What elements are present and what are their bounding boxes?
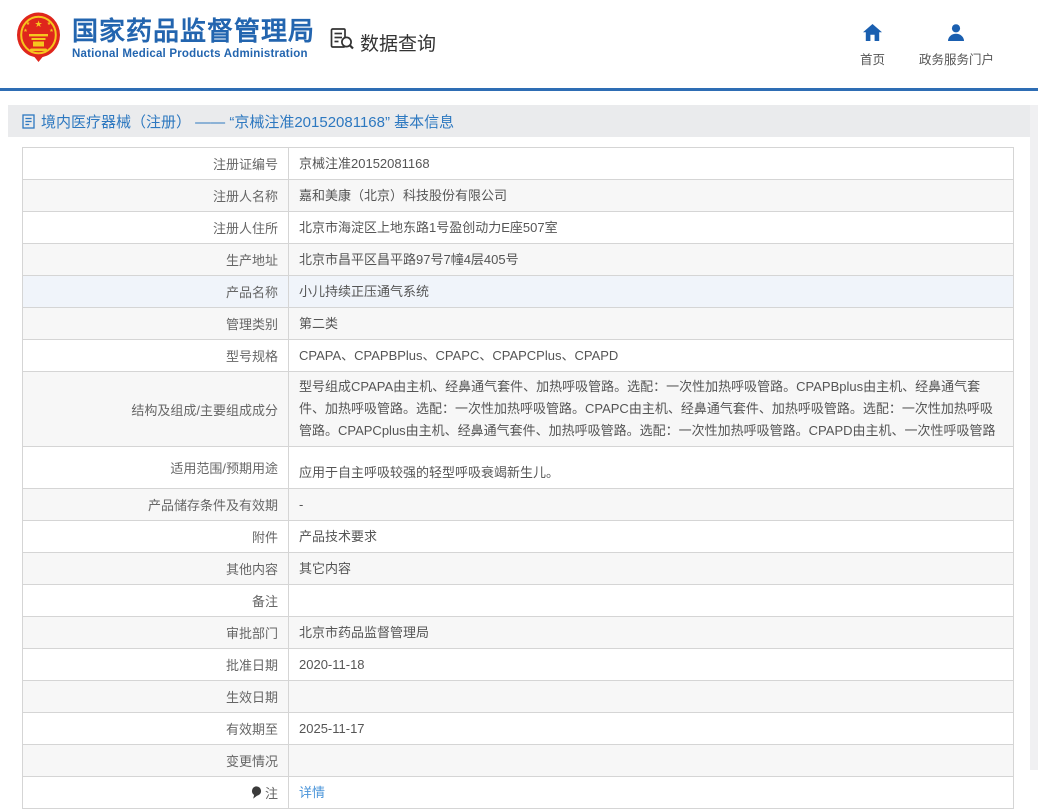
row-value: 详情	[289, 777, 1014, 809]
row-value	[289, 745, 1014, 777]
row-value: 京械注准20152081168	[289, 148, 1014, 180]
row-value: 2020-11-18	[289, 649, 1014, 681]
row-label: 有效期至	[23, 713, 289, 745]
nav-home-label: 首页	[860, 49, 885, 68]
table-row: 型号规格 CPAPA、CPAPBPlus、CPAPC、CPAPCPlus、CPA…	[23, 340, 1014, 372]
table-row: 适用范围/预期用途 应用于自主呼吸较强的轻型呼吸衰竭新生儿。	[23, 447, 1014, 489]
svg-text:★: ★	[47, 21, 52, 27]
document-icon	[22, 114, 35, 129]
row-value: 嘉和美康（北京）科技股份有限公司	[289, 180, 1014, 212]
main-content: 境内医疗器械（注册） —— “京械注准20152081168” 基本信息 注册证…	[8, 105, 1030, 809]
table-row: 注 详情	[23, 777, 1014, 809]
row-value: CPAPA、CPAPBPlus、CPAPC、CPAPCPlus、CPAPD	[289, 340, 1014, 372]
row-value: 产品技术要求	[289, 521, 1014, 553]
row-label: 批准日期	[23, 649, 289, 681]
site-subtitle: National Medical Products Administration	[72, 48, 315, 60]
national-emblem-logo: ★ ★ ★ ★ ★	[16, 12, 61, 67]
table-row: 注册人名称 嘉和美康（北京）科技股份有限公司	[23, 180, 1014, 212]
table-row: 注册人住所 北京市海淀区上地东路1号盈创动力E座507室	[23, 212, 1014, 244]
site-title: 国家药品监督管理局	[72, 17, 315, 45]
row-label: 结构及组成/主要组成成分	[23, 372, 289, 447]
user-icon	[947, 24, 965, 44]
row-label: 型号规格	[23, 340, 289, 372]
row-label: 附件	[23, 521, 289, 553]
row-value: 小儿持续正压通气系统	[289, 276, 1014, 308]
data-query-icon	[329, 27, 355, 57]
row-label: 注册证编号	[23, 148, 289, 180]
page-title: 境内医疗器械（注册） —— “京械注准20152081168” 基本信息	[41, 111, 454, 132]
table-row: 备注	[23, 585, 1014, 617]
table-row: 审批部门 北京市药品监督管理局	[23, 617, 1014, 649]
site-header: ★ ★ ★ ★ ★ 国家药品监督管理局 National Medical Pro…	[0, 0, 1038, 88]
row-value: 型号组成CPAPA由主机、经鼻通气套件、加热呼吸管路。选配：一次性加热呼吸管路。…	[289, 372, 1014, 447]
row-label: 变更情况	[23, 745, 289, 777]
table-row: 注册证编号 京械注准20152081168	[23, 148, 1014, 180]
header-right-nav: 首页 政务服务门户	[860, 24, 994, 68]
row-label: 产品名称	[23, 276, 289, 308]
table-row: 产品储存条件及有效期 -	[23, 489, 1014, 521]
table-row: 其他内容 其它内容	[23, 553, 1014, 585]
row-value: 第二类	[289, 308, 1014, 340]
row-value	[289, 585, 1014, 617]
nav-portal[interactable]: 政务服务门户	[919, 24, 994, 68]
row-value: 北京市药品监督管理局	[289, 617, 1014, 649]
table-row: 批准日期 2020-11-18	[23, 649, 1014, 681]
registration-info-table: 注册证编号 京械注准20152081168 注册人名称 嘉和美康（北京）科技股份…	[22, 147, 1014, 809]
data-query-label: 数据查询	[360, 29, 436, 56]
row-label: 审批部门	[23, 617, 289, 649]
site-logo-text: 国家药品监督管理局 National Medical Products Admi…	[72, 17, 315, 60]
row-value: -	[289, 489, 1014, 521]
svg-text:★: ★	[49, 28, 54, 34]
row-label: 备注	[23, 585, 289, 617]
svg-text:★: ★	[34, 19, 42, 29]
nav-home[interactable]: 首页	[860, 24, 885, 68]
row-label: 注册人住所	[23, 212, 289, 244]
table-row: 变更情况	[23, 745, 1014, 777]
row-value: 北京市昌平区昌平路97号7幢4层405号	[289, 244, 1014, 276]
row-label: 生产地址	[23, 244, 289, 276]
row-label: 适用范围/预期用途	[23, 447, 289, 489]
vertical-scrollbar[interactable]	[1030, 105, 1038, 770]
note-label-text: 注	[265, 783, 278, 802]
row-label: 生效日期	[23, 681, 289, 713]
nav-portal-label: 政务服务门户	[919, 49, 994, 68]
row-value	[289, 681, 1014, 713]
table-row: 有效期至 2025-11-17	[23, 713, 1014, 745]
row-label: 管理类别	[23, 308, 289, 340]
note-balloon-icon	[251, 786, 262, 799]
detail-link[interactable]: 详情	[299, 785, 325, 800]
svg-text:★: ★	[23, 28, 28, 34]
row-value: 北京市海淀区上地东路1号盈创动力E座507室	[289, 212, 1014, 244]
row-label: 注册人名称	[23, 180, 289, 212]
row-value: 2025-11-17	[289, 713, 1014, 745]
home-icon	[863, 24, 882, 44]
row-label: 产品储存条件及有效期	[23, 489, 289, 521]
svg-text:★: ★	[26, 21, 31, 27]
header-accent-line	[0, 88, 1038, 91]
row-value: 应用于自主呼吸较强的轻型呼吸衰竭新生儿。	[289, 447, 1014, 489]
table-row: 生产地址 北京市昌平区昌平路97号7幢4层405号	[23, 244, 1014, 276]
row-value: 其它内容	[289, 553, 1014, 585]
table-row: 附件 产品技术要求	[23, 521, 1014, 553]
table-row: 结构及组成/主要组成成分 型号组成CPAPA由主机、经鼻通气套件、加热呼吸管路。…	[23, 372, 1014, 447]
table-row: 生效日期	[23, 681, 1014, 713]
row-label: 其他内容	[23, 553, 289, 585]
table-row: 管理类别 第二类	[23, 308, 1014, 340]
data-query-nav[interactable]: 数据查询	[329, 27, 436, 57]
breadcrumb: 境内医疗器械（注册） —— “京械注准20152081168” 基本信息	[8, 105, 1030, 137]
row-label: 注	[23, 777, 289, 809]
table-row-hovered: 产品名称 小儿持续正压通气系统	[23, 276, 1014, 308]
